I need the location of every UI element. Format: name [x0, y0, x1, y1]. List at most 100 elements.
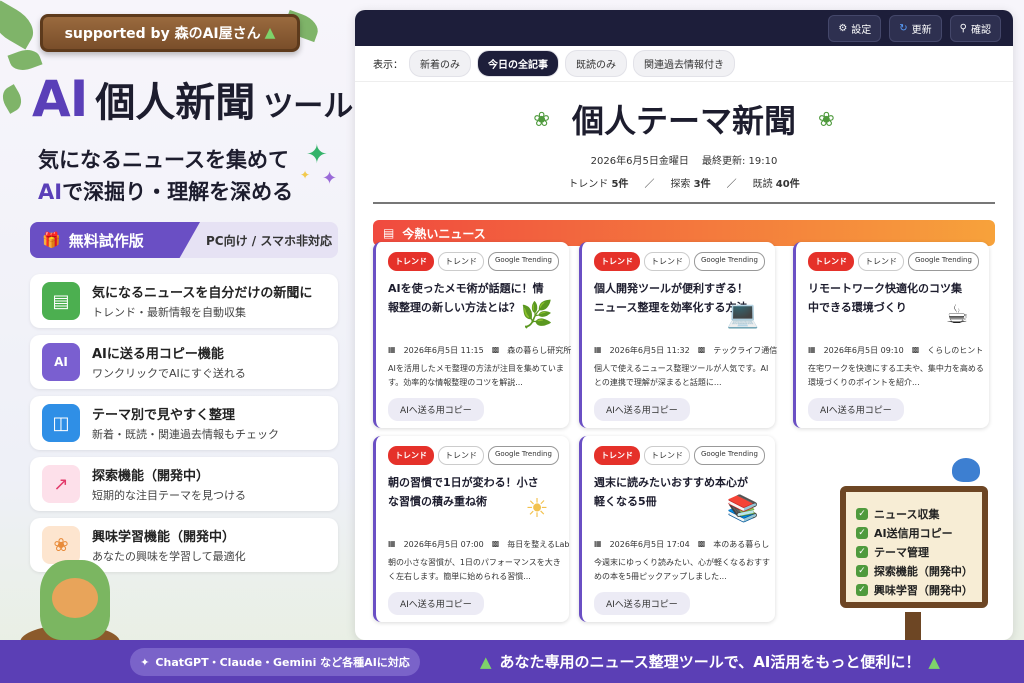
- article-card[interactable]: トレンド トレンド Google Trending AIを使ったメモ術が話題に！情報…: [373, 242, 572, 428]
- article-desc: AIを活用したメモ整理の方法が注目を集めています。効率的な情報整理のコツを解説.…: [388, 364, 564, 387]
- trend-tag: トレンド: [594, 446, 640, 465]
- copy-for-ai-button[interactable]: AIへ送る用コピー: [594, 398, 690, 421]
- footer-ai-support-pill: ✦ ChatGPT・Claude・Gemini など各種AIに対応: [130, 648, 420, 676]
- leaf-decoration: [0, 0, 41, 50]
- source-icon: ▩: [697, 539, 706, 548]
- stats-separator: ／: [644, 179, 655, 190]
- trend-up-icon: ↗: [42, 465, 80, 503]
- settings-button[interactable]: ⚙ 設定: [828, 14, 882, 42]
- article-date: 2026年6月5日 09:10: [823, 346, 904, 355]
- date-line: 2026年6月5日金曜日 最終更新: 19:10: [590, 156, 778, 167]
- read-stat-label: 既読: [752, 179, 773, 190]
- trend-tag-plain: トレンド: [644, 252, 690, 271]
- feature-item: AI AIに送る用コピー機能 ワンクリックでAIにすぐ送れる: [30, 335, 338, 389]
- google-trending-tag: Google Trending: [694, 446, 765, 465]
- masthead: ❀ 個人テーマ新聞 ❀ 2026年6月5日金曜日 最終更新: 19:10 トレンド …: [355, 96, 1013, 190]
- app-toolbar: ⚙ 設定 ↻ 更新 ⚲ 確認: [355, 10, 1013, 46]
- feature-signboard: ✓ ニュース収集 ✓ AI送信用コピー ✓ テーマ管理 ✓ 探索機能（開発中） ✓ 興味学…: [840, 486, 988, 608]
- filter-read-only[interactable]: 既読のみ: [565, 50, 627, 77]
- tree-icon: ▲: [928, 653, 940, 671]
- signboard-item: ニュース収集: [874, 507, 940, 521]
- trial-badge-main: 🎁 無料試作版: [30, 222, 200, 258]
- article-card[interactable]: トレンド トレンド Google Trending 週末に読みたいおすすめ本心が軽く…: [579, 436, 775, 622]
- footer-slogan: ▲ あなた専用のニュース整理ツールで、AI活用をもっと便利に！ ▲: [480, 651, 940, 672]
- tree-icon: ▲: [480, 653, 492, 671]
- feature-desc: トレンド・最新情報を自動収集: [92, 306, 246, 319]
- copy-for-ai-button[interactable]: AIへ送る用コピー: [388, 398, 484, 421]
- sparkle-icon: ✦: [300, 168, 311, 182]
- google-trending-tag: Google Trending: [908, 252, 979, 271]
- read-stat-value: 40件: [775, 179, 800, 190]
- gift-icon: 🎁: [42, 231, 61, 249]
- trial-badge: 🎁 無料試作版 PC向け / スマホ非対応: [30, 222, 338, 258]
- filter-label: 表示：: [373, 60, 403, 71]
- article-card[interactable]: トレンド トレンド Google Trending リモートワーク快適化のコツ集中で…: [793, 242, 989, 428]
- signboard-item: 探索機能（開発中）: [873, 564, 973, 578]
- sparkle-icon: ✦: [322, 168, 338, 189]
- tagline-line1: 気になるニュースを集めて: [38, 148, 289, 172]
- feature-desc: ワンクリックでAIにすぐ送れる: [92, 367, 246, 380]
- leaf-icon: ❀: [818, 107, 835, 131]
- tagline: 気になるニュースを集めて AIで深掘り・理解を深める: [38, 144, 293, 208]
- plant-illustration: 🌿: [520, 300, 554, 330]
- article-source: 森の暮らし研究所: [507, 346, 572, 355]
- feature-title: テーマ別で見やすく整理: [92, 408, 236, 423]
- confirm-label: 確認: [971, 24, 991, 36]
- google-trending-tag: Google Trending: [488, 252, 559, 271]
- stats-line: トレンド 5件 ／ 探索 3件 ／ 既読 40件: [355, 175, 1013, 190]
- article-desc: 朝の小さな習慣が、1日のパフォーマンスを大きく左右します。簡単に始められる習慣.…: [388, 558, 561, 581]
- tree-icon: ▲: [264, 25, 276, 41]
- signboard-item: AI送信用コピー: [874, 526, 953, 540]
- trend-tag: トレンド: [388, 446, 434, 465]
- article-desc: 個人で使えるニュース整理ツールが人気です。AIとの連携で理解が深まると話題に..…: [594, 364, 769, 387]
- trial-note: PC向け / スマホ非対応: [206, 233, 332, 248]
- tagline-line2-rest: で深掘り・理解を深める: [62, 180, 294, 204]
- copy-for-ai-button[interactable]: AIへ送る用コピー: [388, 592, 484, 615]
- search-icon: ⚲: [959, 22, 967, 34]
- calendar-icon: ▦: [594, 539, 602, 548]
- article-desc: 今週末にゆっくり読みたい、心が軽くなるおすすめの本を5冊ピックアップしました..…: [594, 558, 770, 581]
- trend-tag-plain: トレンド: [438, 446, 484, 465]
- copy-for-ai-button[interactable]: AIへ送る用コピー: [808, 398, 904, 421]
- feature-desc: 新着・既読・関連過去情報もチェック: [92, 428, 279, 441]
- sun-illustration: ☀: [525, 494, 549, 524]
- newspaper-title-text: 個人テーマ新聞: [571, 102, 796, 140]
- source-icon: ▩: [491, 345, 500, 354]
- hero-title-ai: AI: [32, 70, 88, 128]
- article-desc: 在宅ワークを快適にする工夫や、集中力を高める環境づくりのポイントを紹介...: [808, 364, 984, 387]
- filter-with-related[interactable]: 関連過去情報付き: [633, 50, 735, 77]
- article-date: 2026年6月5日 17:04: [609, 540, 690, 549]
- books-illustration: 📚: [726, 494, 760, 524]
- copy-for-ai-button[interactable]: AIへ送る用コピー: [594, 592, 690, 615]
- filter-today-all[interactable]: 今日の全記事: [477, 50, 559, 77]
- folder-icon: ◫: [42, 404, 80, 442]
- squirrel-mascot-illustration: [40, 560, 110, 640]
- article-date: 2026年6月5日 11:32: [609, 346, 690, 355]
- tagline-ai: AI: [38, 180, 63, 204]
- supported-by-text: supported by 森のAI屋さん: [64, 26, 261, 42]
- explore-stat-label: 探索: [670, 179, 691, 190]
- laptop-illustration: 💻: [726, 300, 760, 330]
- feature-item: ◫ テーマ別で見やすく整理新着・既読・関連過去情報もチェック: [30, 396, 338, 450]
- refresh-label: 更新: [911, 24, 932, 36]
- filter-new-only[interactable]: 新着のみ: [409, 50, 471, 77]
- signboard-item: 興味学習（開発中）: [873, 583, 973, 597]
- footer-ai-support-text: ChatGPT・Claude・Gemini など各種AIに対応: [155, 656, 410, 669]
- check-icon: ✓: [856, 583, 868, 596]
- filter-bar: 表示： 新着のみ 今日の全記事 既読のみ 関連過去情報付き: [355, 46, 1013, 82]
- article-card[interactable]: トレンド トレンド Google Trending 個人開発ツールが便利すぎる！ニュ…: [579, 242, 778, 428]
- confirm-button[interactable]: ⚲ 確認: [949, 14, 1001, 42]
- check-icon: ✓: [856, 545, 868, 558]
- newspaper-title: ❀ 個人テーマ新聞 ❀: [533, 96, 835, 142]
- refresh-icon: ↻: [899, 22, 908, 34]
- hot-news-label: 今熱いニュース: [402, 226, 486, 241]
- google-trending-tag: Google Trending: [488, 446, 559, 465]
- source-icon: ▩: [911, 345, 920, 354]
- article-card[interactable]: トレンド トレンド Google Trending 朝の習慣で1日が変わる！小さな習…: [373, 436, 569, 622]
- article-source: テックライフ通信: [713, 346, 778, 355]
- feature-item: ↗ 探索機能（開発中） 短期的な注目テーマを見つける: [30, 457, 338, 511]
- gear-icon: ⚙: [838, 22, 848, 34]
- feature-desc: 短期的な注目テーマを見つける: [92, 489, 246, 502]
- refresh-button[interactable]: ↻ 更新: [889, 14, 942, 42]
- tagline-line2: AIで深掘り・理解を深める: [38, 176, 293, 208]
